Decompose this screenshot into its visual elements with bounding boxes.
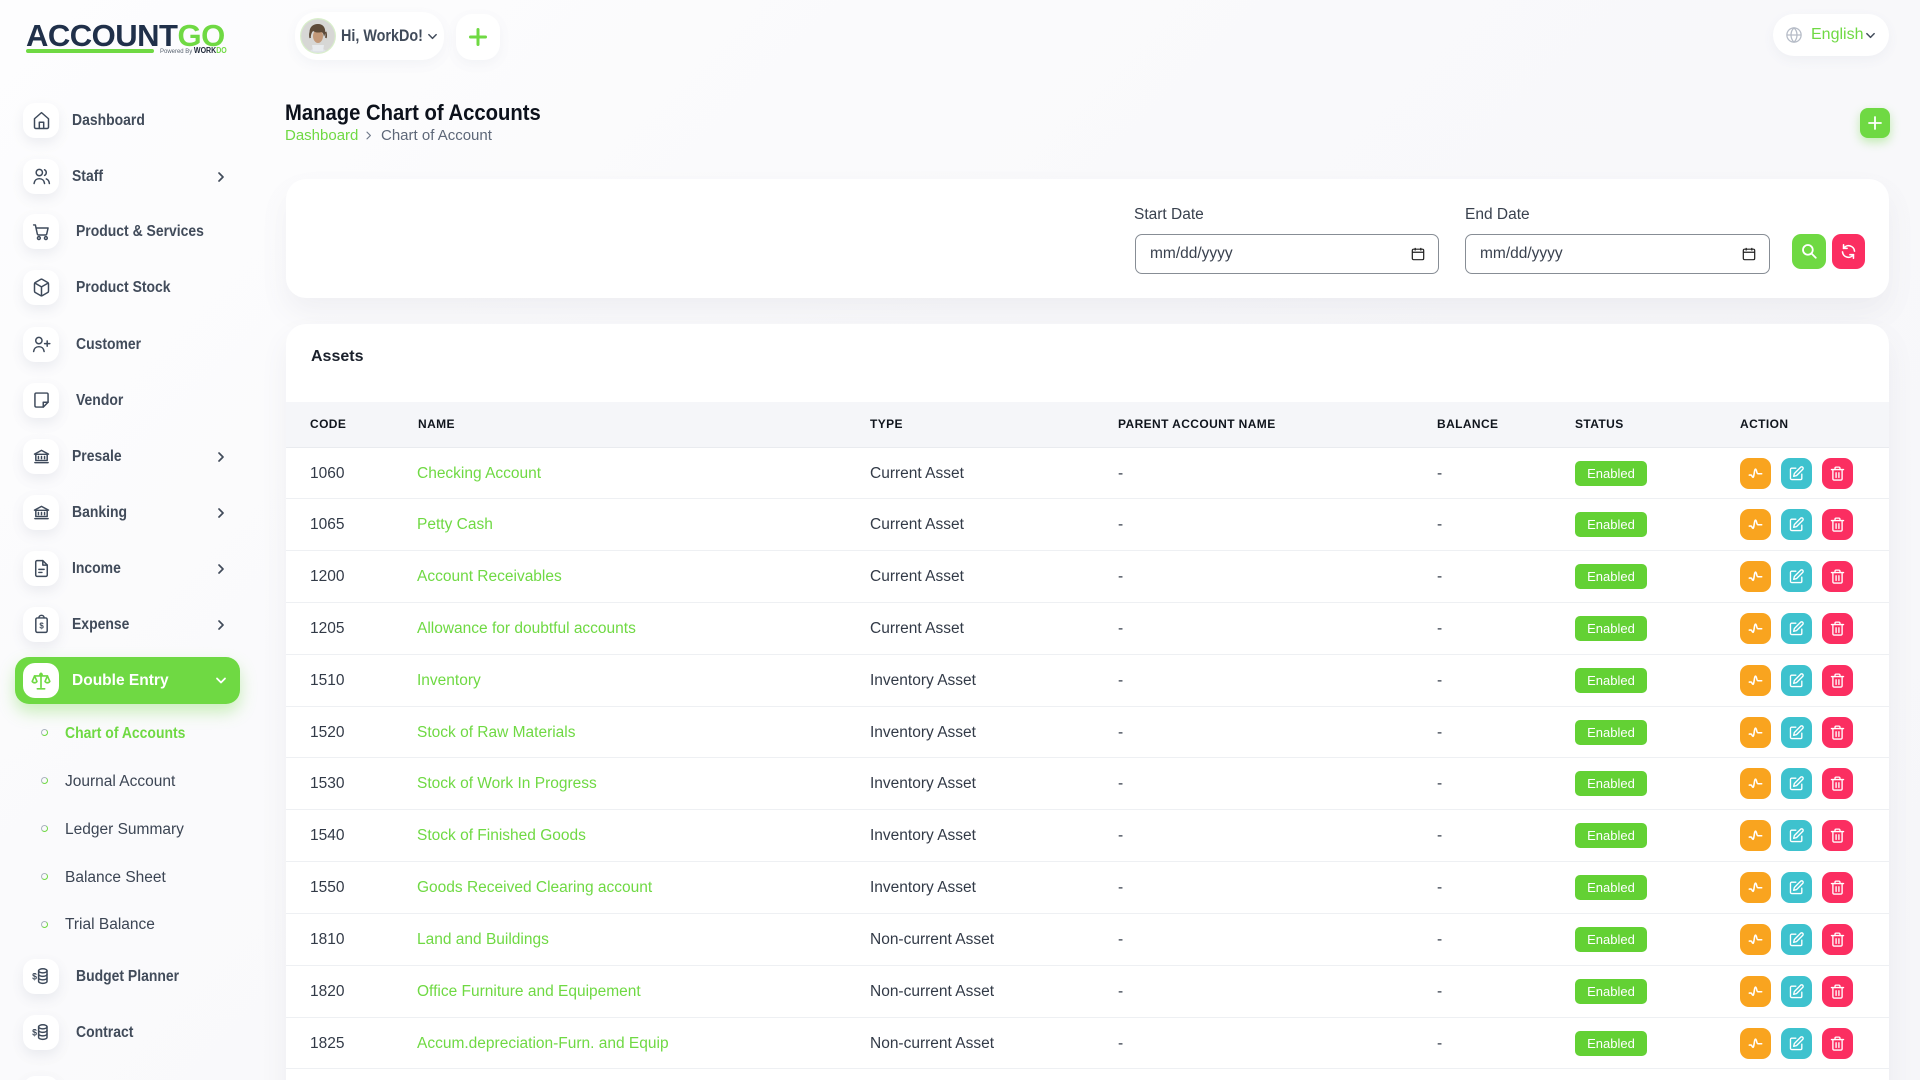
svg-text:$: $ xyxy=(32,971,37,981)
svg-text:$: $ xyxy=(32,1027,37,1037)
svg-text:$: $ xyxy=(39,621,44,630)
